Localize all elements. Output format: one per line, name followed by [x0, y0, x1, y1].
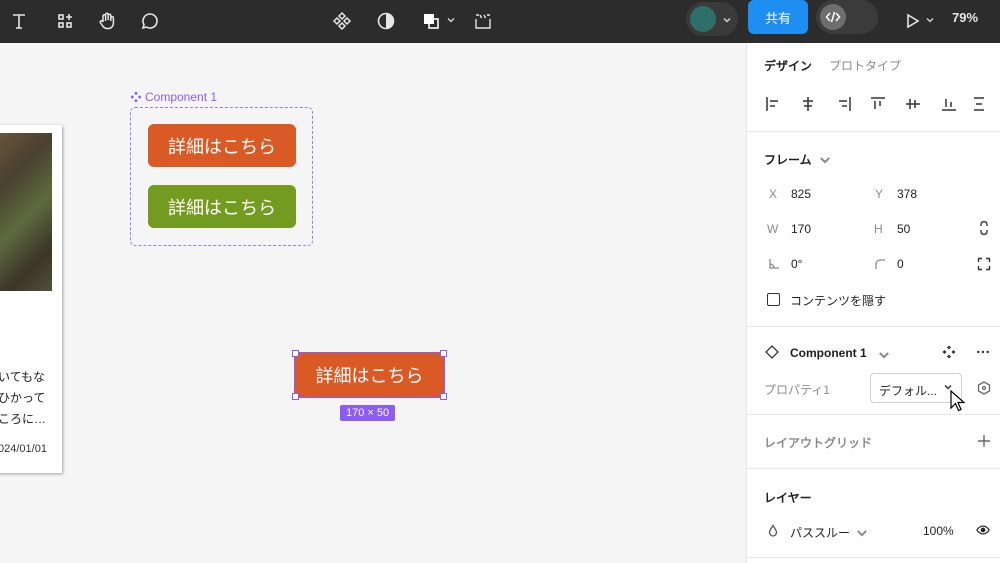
add-layout-grid-icon[interactable]	[977, 434, 991, 453]
resize-handle[interactable]	[440, 350, 447, 357]
zoom-level[interactable]: 79%	[952, 10, 978, 25]
y-label: Y	[875, 187, 884, 201]
align-vertical-center-icon[interactable]	[904, 95, 922, 113]
hand-tool-icon[interactable]	[92, 6, 122, 36]
chevron-down-icon[interactable]	[855, 526, 869, 545]
divider	[747, 326, 1000, 327]
tab-prototype[interactable]: プロトタイプ	[829, 57, 901, 74]
resize-handle[interactable]	[292, 393, 299, 400]
corner-radius-icon	[873, 257, 887, 276]
layer-opacity-input[interactable]: 100%	[923, 524, 954, 538]
component-set-label[interactable]: Component 1	[130, 90, 217, 104]
selected-instance-button[interactable]: 詳細はこちら	[294, 352, 445, 398]
instance-name[interactable]: Component 1	[790, 346, 867, 360]
align-top-icon[interactable]	[869, 95, 887, 113]
variant-button-green[interactable]: 詳細はこちら	[148, 185, 296, 228]
property-variant-select[interactable]: デフォル...	[870, 373, 962, 403]
divider	[747, 414, 1000, 415]
chevron-down-icon	[722, 12, 732, 30]
divider	[747, 557, 1000, 558]
play-icon[interactable]	[897, 6, 927, 36]
rotation-input[interactable]: 0°	[791, 257, 802, 271]
variant-button-orange[interactable]: 詳細はこちら	[148, 124, 296, 167]
card-image	[0, 133, 52, 291]
align-bottom-icon[interactable]	[940, 95, 958, 113]
play-chevron-down-icon[interactable]	[925, 12, 935, 30]
h-label: H	[874, 222, 883, 236]
clip-content-checkbox[interactable]	[767, 293, 780, 306]
reset-instance-icon[interactable]	[977, 381, 991, 400]
distribute-icon[interactable]	[972, 95, 990, 113]
dev-mode-toggle[interactable]	[816, 0, 878, 34]
property-variant-value: デフォル...	[879, 384, 938, 398]
eye-icon[interactable]	[976, 523, 990, 542]
align-horizontal-center-icon[interactable]	[799, 95, 817, 113]
components-tool-icon[interactable]	[50, 6, 80, 36]
resize-handle[interactable]	[440, 393, 447, 400]
component-icon	[130, 91, 142, 103]
share-button[interactable]: 共有	[748, 0, 808, 34]
dev-frame-icon[interactable]	[468, 6, 498, 36]
resize-handle[interactable]	[292, 350, 299, 357]
property-label: プロパティ1	[764, 383, 830, 397]
card-text-line: ひかって	[0, 391, 46, 405]
comment-tool-icon[interactable]	[135, 6, 165, 36]
mouse-cursor-icon	[950, 390, 966, 412]
x-label: X	[769, 187, 778, 201]
design-canvas[interactable]: いてもな ひかって ころに… 024/01/01 Component 1 詳細は…	[0, 43, 746, 563]
avatar[interactable]	[690, 6, 716, 32]
w-label: W	[767, 222, 779, 236]
blend-mode-select[interactable]: パススルー	[790, 524, 850, 541]
contrast-icon[interactable]	[371, 6, 401, 36]
card-text-line: ころに…	[0, 412, 47, 426]
align-right-icon[interactable]	[835, 95, 853, 113]
divider	[747, 131, 1000, 132]
h-input[interactable]: 50	[897, 222, 910, 236]
boolean-chevron-down-icon[interactable]	[446, 12, 456, 30]
layout-grid-title[interactable]: レイアウトグリッド	[764, 434, 872, 451]
text-tool-icon[interactable]	[4, 6, 34, 36]
card-body-text: いてもな ひかって ころに…	[0, 367, 46, 430]
size-badge: 170 × 50	[340, 405, 396, 421]
corner-radius-input[interactable]: 0	[897, 257, 904, 271]
layer-section-title: レイヤー	[764, 491, 812, 505]
x-input[interactable]: 825	[791, 187, 811, 201]
card-text-line: いてもな	[0, 370, 46, 384]
rotation-icon	[767, 257, 781, 276]
y-input[interactable]: 378	[897, 187, 917, 201]
clip-content-label[interactable]: コンテンツを隠す	[790, 292, 886, 309]
frame-section-title[interactable]: フレーム	[764, 151, 812, 168]
boolean-icon[interactable]	[416, 6, 446, 36]
top-toolbar: 共有 79%	[0, 0, 1000, 43]
w-input[interactable]: 170	[791, 222, 811, 236]
component-set-name: Component 1	[145, 90, 218, 104]
align-left-icon[interactable]	[764, 95, 782, 113]
code-icon	[820, 4, 846, 30]
instance-icon	[765, 345, 779, 364]
user-avatar-menu[interactable]	[686, 2, 738, 36]
component-icon[interactable]	[327, 6, 357, 36]
component-set-frame[interactable]: 詳細はこちら 詳細はこちら	[130, 107, 313, 246]
constrain-proportions-icon[interactable]	[977, 220, 991, 240]
blend-mode-icon	[766, 524, 780, 543]
card-frame[interactable]: いてもな ひかって ころに… 024/01/01	[0, 125, 62, 473]
chevron-down-icon[interactable]	[818, 153, 832, 172]
go-to-main-component-icon[interactable]	[942, 345, 956, 364]
more-options-icon[interactable]	[976, 345, 990, 364]
card-date: 024/01/01	[0, 443, 47, 455]
properties-panel: デザイン プロトタイプ フレーム X 825 Y 378 W 170 H 50 …	[746, 43, 1000, 563]
divider	[747, 468, 1000, 469]
chevron-down-icon[interactable]	[877, 348, 891, 367]
independent-corners-icon[interactable]	[977, 257, 991, 276]
tab-design[interactable]: デザイン	[764, 57, 812, 74]
